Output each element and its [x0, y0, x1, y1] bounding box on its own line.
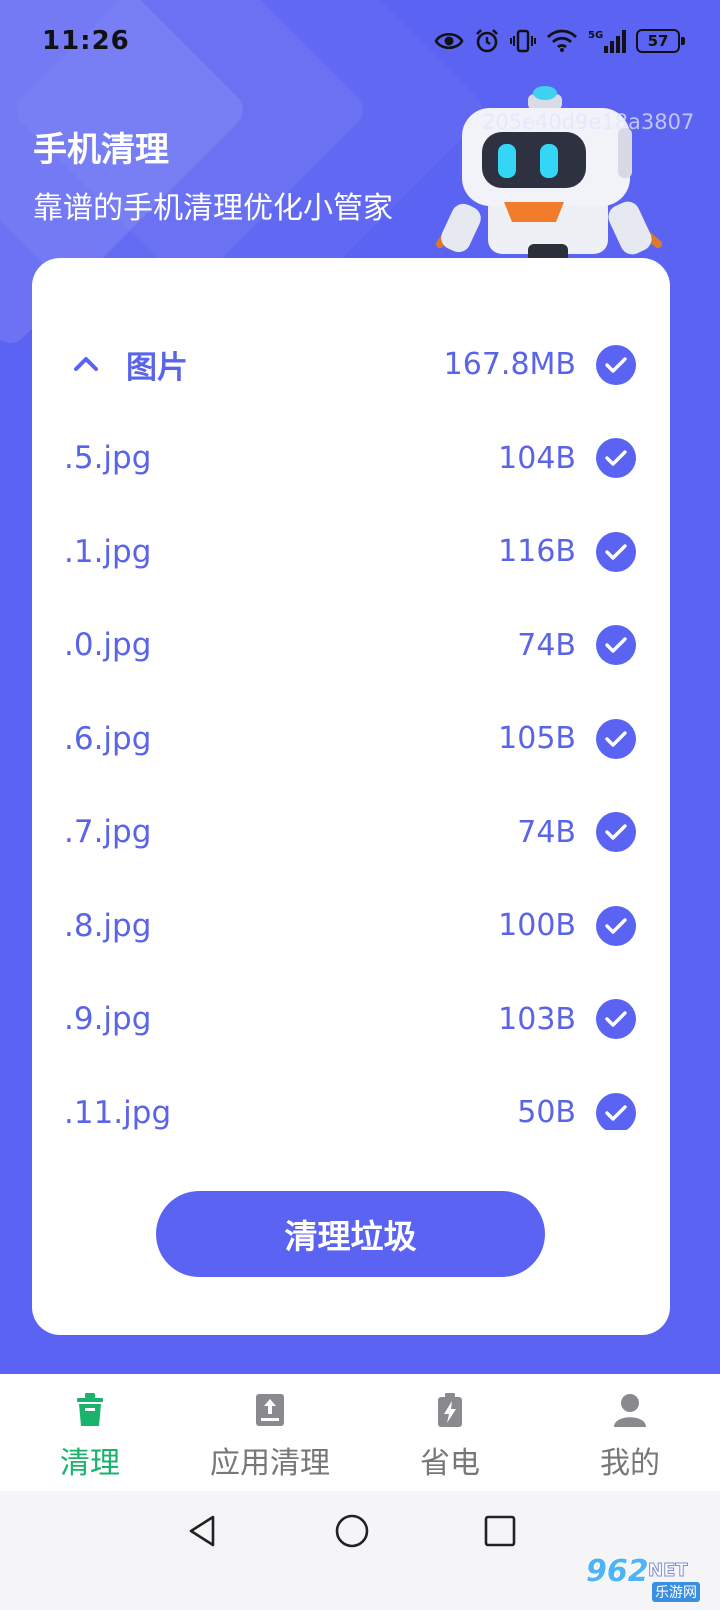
alarm-icon — [474, 28, 500, 54]
checkbox-checked-icon[interactable] — [596, 344, 636, 385]
file-name: .8.jpg — [64, 907, 152, 944]
overlay-id-text: 205e40d9e18a3807 — [482, 110, 695, 134]
system-nav-bar: 962 NET 乐游网 — [0, 1491, 720, 1610]
checkbox-checked-icon[interactable] — [596, 812, 636, 853]
eye-icon — [434, 30, 464, 52]
tab-app-clean[interactable]: 应用清理 — [180, 1374, 360, 1491]
file-size: 50B — [517, 1095, 576, 1130]
app-upload-icon — [253, 1392, 287, 1432]
file-group-header[interactable]: 图片 167.8MB — [32, 318, 670, 412]
status-time: 11:26 — [42, 26, 130, 56]
checkbox-checked-icon[interactable] — [596, 438, 636, 479]
tab-label: 应用清理 — [210, 1446, 330, 1481]
checkbox-checked-icon[interactable] — [596, 999, 636, 1040]
battery-indicator: 57 — [636, 29, 685, 53]
file-size: 100B — [498, 908, 576, 944]
checkbox-checked-icon[interactable] — [596, 905, 636, 946]
file-name: .11.jpg — [64, 1094, 172, 1130]
checkbox-checked-icon[interactable] — [596, 531, 636, 572]
file-size: 105B — [498, 721, 576, 757]
page-subtitle: 靠谱的手机清理优化小管家 — [33, 191, 393, 226]
file-name: .5.jpg — [64, 440, 152, 477]
file-name: .7.jpg — [64, 814, 152, 851]
tab-mine[interactable]: 我的 — [540, 1374, 720, 1491]
checkbox-checked-icon[interactable] — [596, 718, 636, 759]
junk-list-card: 图片 167.8MB .5.jpg 104B .1.jpg 116B .0.jp… — [32, 258, 670, 1335]
file-size: 74B — [517, 814, 576, 850]
svg-text:5G: 5G — [588, 30, 603, 41]
page-title: 手机清理 — [33, 130, 169, 170]
trash-icon — [73, 1392, 107, 1432]
status-icons: 5G 57 — [434, 26, 685, 56]
screen: 11:26 5G 57 手机清理 靠谱的手机清理优化小管家 205e40d9e1… — [0, 0, 720, 1610]
file-row[interactable]: .8.jpg 100B — [32, 879, 670, 973]
clean-junk-button[interactable]: 清理垃圾 — [156, 1191, 545, 1277]
signal-5g-icon: 5G — [588, 28, 626, 54]
file-list[interactable]: 图片 167.8MB .5.jpg 104B .1.jpg 116B .0.jp… — [32, 318, 670, 1130]
file-row[interactable]: .11.jpg 50B — [32, 1066, 670, 1130]
watermark-brand: 962 — [586, 1554, 649, 1589]
file-size: 104B — [498, 440, 576, 476]
checkbox-checked-icon[interactable] — [596, 625, 636, 666]
file-name: .9.jpg — [64, 1001, 152, 1038]
back-icon[interactable] — [186, 1513, 218, 1553]
file-group-name: 图片 — [126, 350, 188, 387]
file-name: .0.jpg — [64, 627, 152, 664]
file-row[interactable]: .0.jpg 74B — [32, 599, 670, 693]
site-watermark-logo: 962 NET 乐游网 — [582, 1554, 714, 1604]
bottom-nav: 清理 应用清理 省电 我的 — [0, 1374, 720, 1491]
file-row[interactable]: .6.jpg 105B — [32, 692, 670, 786]
file-size: 74B — [517, 627, 576, 663]
file-row[interactable]: .9.jpg 103B — [32, 973, 670, 1067]
file-name: .6.jpg — [64, 720, 152, 757]
file-row[interactable]: .5.jpg 104B — [32, 412, 670, 506]
tab-label: 清理 — [60, 1446, 120, 1481]
tab-label: 我的 — [600, 1446, 660, 1481]
file-size: 103B — [498, 1001, 576, 1037]
wifi-icon — [546, 29, 578, 53]
file-row[interactable]: .7.jpg 74B — [32, 786, 670, 880]
checkbox-checked-icon[interactable] — [596, 1092, 636, 1130]
vibrate-icon — [510, 28, 536, 54]
tab-label: 省电 — [420, 1446, 480, 1481]
battery-bolt-icon — [433, 1392, 467, 1432]
home-icon[interactable] — [334, 1513, 370, 1553]
tab-power-save[interactable]: 省电 — [360, 1374, 540, 1491]
status-bar: 11:26 5G 57 — [0, 0, 720, 84]
watermark-cn: 乐游网 — [652, 1582, 700, 1602]
watermark-suffix: NET — [648, 1560, 689, 1582]
file-group-size: 167.8MB — [443, 347, 576, 383]
recents-icon[interactable] — [483, 1513, 517, 1553]
person-icon — [612, 1392, 648, 1432]
file-name: .1.jpg — [64, 533, 152, 570]
tab-clean[interactable]: 清理 — [0, 1374, 180, 1491]
file-row[interactable]: .1.jpg 116B — [32, 505, 670, 599]
chevron-up-icon[interactable] — [72, 353, 100, 377]
file-size: 116B — [498, 534, 576, 570]
